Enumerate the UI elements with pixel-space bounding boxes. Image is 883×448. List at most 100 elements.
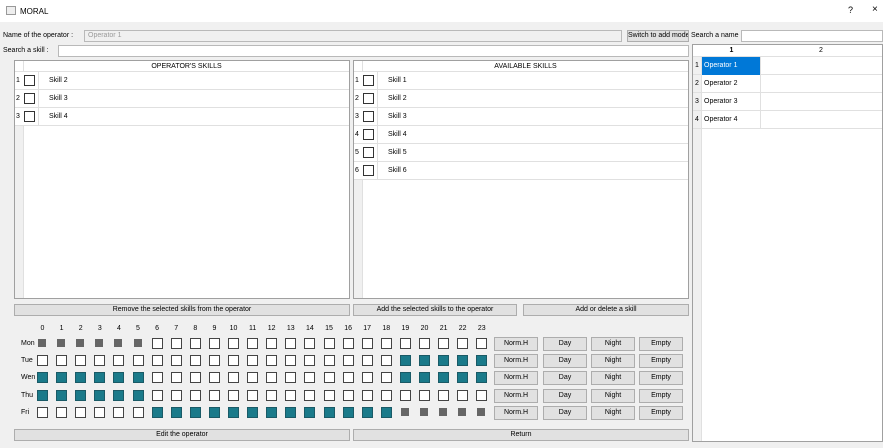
available-skill-row[interactable]: 6 Skill 6 <box>354 162 688 180</box>
hour-cell[interactable] <box>304 372 316 384</box>
hour-cell[interactable] <box>37 355 48 367</box>
switch-mode-button[interactable]: Switch to add mode <box>627 30 689 42</box>
hour-cell[interactable] <box>285 355 297 367</box>
hour-cell[interactable] <box>438 389 450 401</box>
hour-cell[interactable] <box>132 355 144 367</box>
hour-cell[interactable] <box>189 355 201 367</box>
hour-cell[interactable] <box>361 372 373 384</box>
hour-cell[interactable] <box>361 389 373 401</box>
operator-skill-row[interactable]: 3 Skill 4 <box>15 108 349 126</box>
hour-cell[interactable] <box>323 406 335 418</box>
operator-name-field[interactable]: Operator 1 <box>84 30 622 42</box>
skill-checkbox[interactable] <box>363 129 374 140</box>
hour-cell[interactable] <box>208 372 220 384</box>
hour-cell[interactable] <box>304 355 316 367</box>
hour-cell[interactable] <box>170 355 182 367</box>
hour-cell[interactable] <box>342 338 354 349</box>
hour-cell[interactable] <box>208 338 220 349</box>
hour-cell[interactable] <box>457 372 469 384</box>
schedule-empty-button[interactable]: Empty <box>639 388 683 403</box>
hour-cell[interactable] <box>342 406 354 418</box>
skill-checkbox[interactable] <box>363 147 374 158</box>
hour-cell[interactable] <box>228 372 239 384</box>
hour-cell[interactable] <box>361 338 373 349</box>
hour-cell[interactable] <box>113 355 125 367</box>
add-delete-skill-button[interactable]: Add or delete a skill <box>523 304 689 316</box>
schedule-normh-button[interactable]: Norm.H <box>494 405 538 420</box>
schedule-empty-button[interactable]: Empty <box>639 371 683 386</box>
hour-cell[interactable] <box>228 338 239 349</box>
hour-cell[interactable] <box>419 372 430 384</box>
hour-cell[interactable] <box>457 389 469 401</box>
hour-cell[interactable] <box>56 389 68 401</box>
hour-cell[interactable] <box>457 338 469 349</box>
schedule-normh-button[interactable]: Norm.H <box>494 354 538 369</box>
hour-cell[interactable] <box>266 372 278 384</box>
hour-cell[interactable] <box>285 406 297 418</box>
hour-cell[interactable] <box>170 389 182 401</box>
hour-cell[interactable] <box>132 389 144 401</box>
hour-cell[interactable] <box>94 406 106 418</box>
hour-cell[interactable] <box>37 372 48 384</box>
help-button[interactable]: ? <box>848 5 853 15</box>
hour-cell[interactable] <box>399 372 411 384</box>
hour-cell[interactable] <box>266 389 278 401</box>
schedule-empty-button[interactable]: Empty <box>639 337 683 351</box>
schedule-day-button[interactable]: Day <box>543 354 587 369</box>
hour-cell[interactable] <box>342 372 354 384</box>
hour-cell[interactable] <box>95 339 104 347</box>
hour-cell[interactable] <box>133 339 142 347</box>
hour-cell[interactable] <box>38 339 46 347</box>
hour-cell[interactable] <box>37 389 48 401</box>
hour-cell[interactable] <box>361 355 373 367</box>
hour-cell[interactable] <box>37 406 48 418</box>
hour-cell[interactable] <box>208 389 220 401</box>
hour-cell[interactable] <box>380 389 392 401</box>
hour-cell[interactable] <box>323 372 335 384</box>
hour-cell[interactable] <box>56 406 68 418</box>
hour-cell[interactable] <box>57 339 66 347</box>
hour-cell[interactable] <box>113 406 125 418</box>
hour-cell[interactable] <box>304 389 316 401</box>
schedule-normh-button[interactable]: Norm.H <box>494 388 538 403</box>
hour-cell[interactable] <box>247 355 259 367</box>
hour-cell[interactable] <box>285 372 297 384</box>
hour-cell[interactable] <box>228 406 239 418</box>
hour-cell[interactable] <box>399 338 411 349</box>
close-icon[interactable]: × <box>872 4 878 15</box>
operator-row[interactable]: 1 Operator 1 <box>693 57 882 75</box>
available-skill-row[interactable]: 4 Skill 4 <box>354 126 688 144</box>
hour-cell[interactable] <box>247 372 259 384</box>
hour-cell[interactable] <box>151 372 163 384</box>
schedule-night-button[interactable]: Night <box>591 354 635 369</box>
operator-row[interactable]: 3 Operator 3 <box>693 93 882 111</box>
available-skill-row[interactable]: 1 Skill 1 <box>354 72 688 90</box>
hour-cell[interactable] <box>323 355 335 367</box>
available-skill-row[interactable]: 2 Skill 2 <box>354 90 688 108</box>
operator-name[interactable]: Operator 2 <box>702 75 761 93</box>
operator-row[interactable]: 4 Operator 4 <box>693 111 882 129</box>
operator-name[interactable]: Operator 3 <box>702 93 761 111</box>
skill-checkbox[interactable] <box>24 75 35 86</box>
name-search-input[interactable] <box>741 30 883 42</box>
schedule-day-button[interactable]: Day <box>543 371 587 386</box>
hour-cell[interactable] <box>247 389 259 401</box>
hour-cell[interactable] <box>75 389 87 401</box>
hour-cell[interactable] <box>75 406 87 418</box>
hour-cell[interactable] <box>476 389 488 401</box>
hour-cell[interactable] <box>342 355 354 367</box>
schedule-empty-button[interactable]: Empty <box>639 354 683 369</box>
hour-cell[interactable] <box>113 372 125 384</box>
hour-cell[interactable] <box>323 338 335 349</box>
hour-cell[interactable] <box>151 355 163 367</box>
hour-cell[interactable] <box>56 372 68 384</box>
operator-row[interactable]: 2 Operator 2 <box>693 75 882 93</box>
hour-cell[interactable] <box>438 338 450 349</box>
hour-cell[interactable] <box>419 389 430 401</box>
hour-cell[interactable] <box>266 406 278 418</box>
schedule-day-button[interactable]: Day <box>543 388 587 403</box>
hour-cell[interactable] <box>75 372 87 384</box>
hour-cell[interactable] <box>228 389 239 401</box>
operator-name[interactable]: Operator 1 <box>702 57 761 75</box>
hour-cell[interactable] <box>304 338 316 349</box>
